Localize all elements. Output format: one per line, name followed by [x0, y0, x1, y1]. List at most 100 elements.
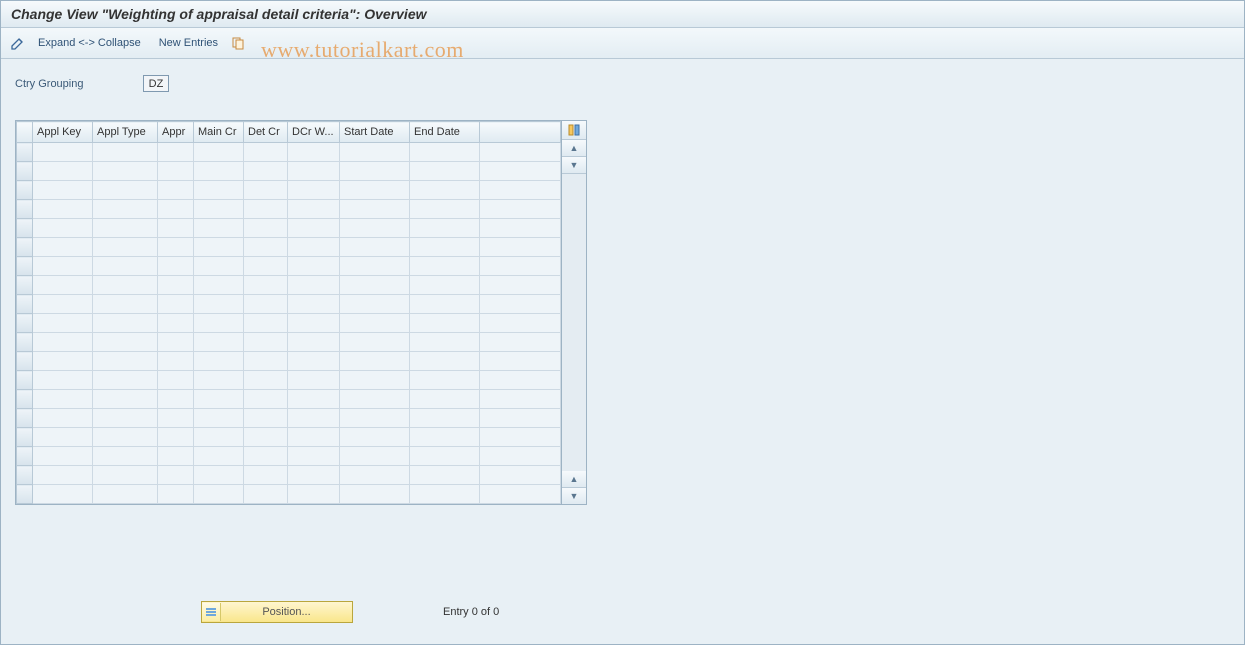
cell[interactable] [33, 219, 93, 238]
cell[interactable] [340, 238, 410, 257]
cell[interactable] [480, 428, 561, 447]
cell[interactable] [244, 143, 288, 162]
cell[interactable] [158, 409, 194, 428]
cell[interactable] [158, 333, 194, 352]
cell[interactable] [288, 162, 340, 181]
row-selector[interactable] [17, 371, 33, 390]
cell[interactable] [33, 238, 93, 257]
row-selector[interactable] [17, 485, 33, 504]
scroll-up-icon[interactable]: ▲ [562, 140, 586, 157]
cell[interactable] [244, 314, 288, 333]
cell[interactable] [194, 162, 244, 181]
col-det-cr[interactable]: Det Cr [244, 122, 288, 143]
cell[interactable] [340, 333, 410, 352]
cell[interactable] [93, 200, 158, 219]
cell[interactable] [93, 143, 158, 162]
cell[interactable] [340, 371, 410, 390]
cell[interactable] [33, 162, 93, 181]
cell[interactable] [480, 314, 561, 333]
cell[interactable] [93, 352, 158, 371]
cell[interactable] [480, 371, 561, 390]
cell[interactable] [244, 447, 288, 466]
cell[interactable] [33, 257, 93, 276]
cell[interactable] [158, 485, 194, 504]
cell[interactable] [158, 295, 194, 314]
cell[interactable] [33, 466, 93, 485]
cell[interactable] [410, 428, 480, 447]
cell[interactable] [288, 409, 340, 428]
cell[interactable] [480, 447, 561, 466]
cell[interactable] [33, 143, 93, 162]
cell[interactable] [340, 276, 410, 295]
cell[interactable] [93, 314, 158, 333]
cell[interactable] [410, 314, 480, 333]
cell[interactable] [410, 352, 480, 371]
cell[interactable] [93, 333, 158, 352]
row-selector[interactable] [17, 466, 33, 485]
cell[interactable] [480, 390, 561, 409]
cell[interactable] [194, 257, 244, 276]
cell[interactable] [340, 200, 410, 219]
cell[interactable] [33, 447, 93, 466]
row-selector[interactable] [17, 447, 33, 466]
cell[interactable] [33, 200, 93, 219]
cell[interactable] [480, 466, 561, 485]
cell[interactable] [480, 219, 561, 238]
cell[interactable] [33, 390, 93, 409]
cell[interactable] [410, 371, 480, 390]
row-selector-header[interactable] [17, 122, 33, 143]
scroll-track[interactable] [562, 174, 586, 471]
row-selector[interactable] [17, 352, 33, 371]
cell[interactable] [33, 371, 93, 390]
cell[interactable] [288, 314, 340, 333]
cell[interactable] [93, 295, 158, 314]
cell[interactable] [288, 390, 340, 409]
cell[interactable] [158, 314, 194, 333]
cell[interactable] [194, 143, 244, 162]
cell[interactable] [288, 371, 340, 390]
cell[interactable] [194, 295, 244, 314]
cell[interactable] [340, 314, 410, 333]
cell[interactable] [33, 409, 93, 428]
cell[interactable] [158, 352, 194, 371]
copy-icon[interactable] [229, 34, 247, 52]
cell[interactable] [410, 333, 480, 352]
col-end-date[interactable]: End Date [410, 122, 480, 143]
cell[interactable] [194, 276, 244, 295]
cell[interactable] [33, 295, 93, 314]
cell[interactable] [410, 409, 480, 428]
cell[interactable] [93, 428, 158, 447]
cell[interactable] [93, 257, 158, 276]
row-selector[interactable] [17, 295, 33, 314]
cell[interactable] [194, 181, 244, 200]
cell[interactable] [158, 371, 194, 390]
cell[interactable] [244, 428, 288, 447]
cell[interactable] [244, 352, 288, 371]
cell[interactable] [340, 257, 410, 276]
col-appl-type[interactable]: Appl Type [93, 122, 158, 143]
cell[interactable] [194, 314, 244, 333]
cell[interactable] [340, 466, 410, 485]
cell[interactable] [288, 238, 340, 257]
cell[interactable] [288, 466, 340, 485]
cell[interactable] [194, 485, 244, 504]
cell[interactable] [480, 333, 561, 352]
cell[interactable] [340, 390, 410, 409]
cell[interactable] [93, 276, 158, 295]
row-selector[interactable] [17, 333, 33, 352]
cell[interactable] [194, 238, 244, 257]
row-selector[interactable] [17, 238, 33, 257]
cell[interactable] [340, 447, 410, 466]
cell[interactable] [288, 352, 340, 371]
cell[interactable] [244, 409, 288, 428]
scroll-down-icon[interactable]: ▼ [562, 488, 586, 504]
cell[interactable] [194, 466, 244, 485]
ctry-grouping-input[interactable] [143, 75, 169, 92]
cell[interactable] [158, 219, 194, 238]
cell[interactable] [194, 200, 244, 219]
cell[interactable] [93, 219, 158, 238]
cell[interactable] [93, 390, 158, 409]
cell[interactable] [288, 219, 340, 238]
cell[interactable] [158, 181, 194, 200]
col-main-cr[interactable]: Main Cr [194, 122, 244, 143]
